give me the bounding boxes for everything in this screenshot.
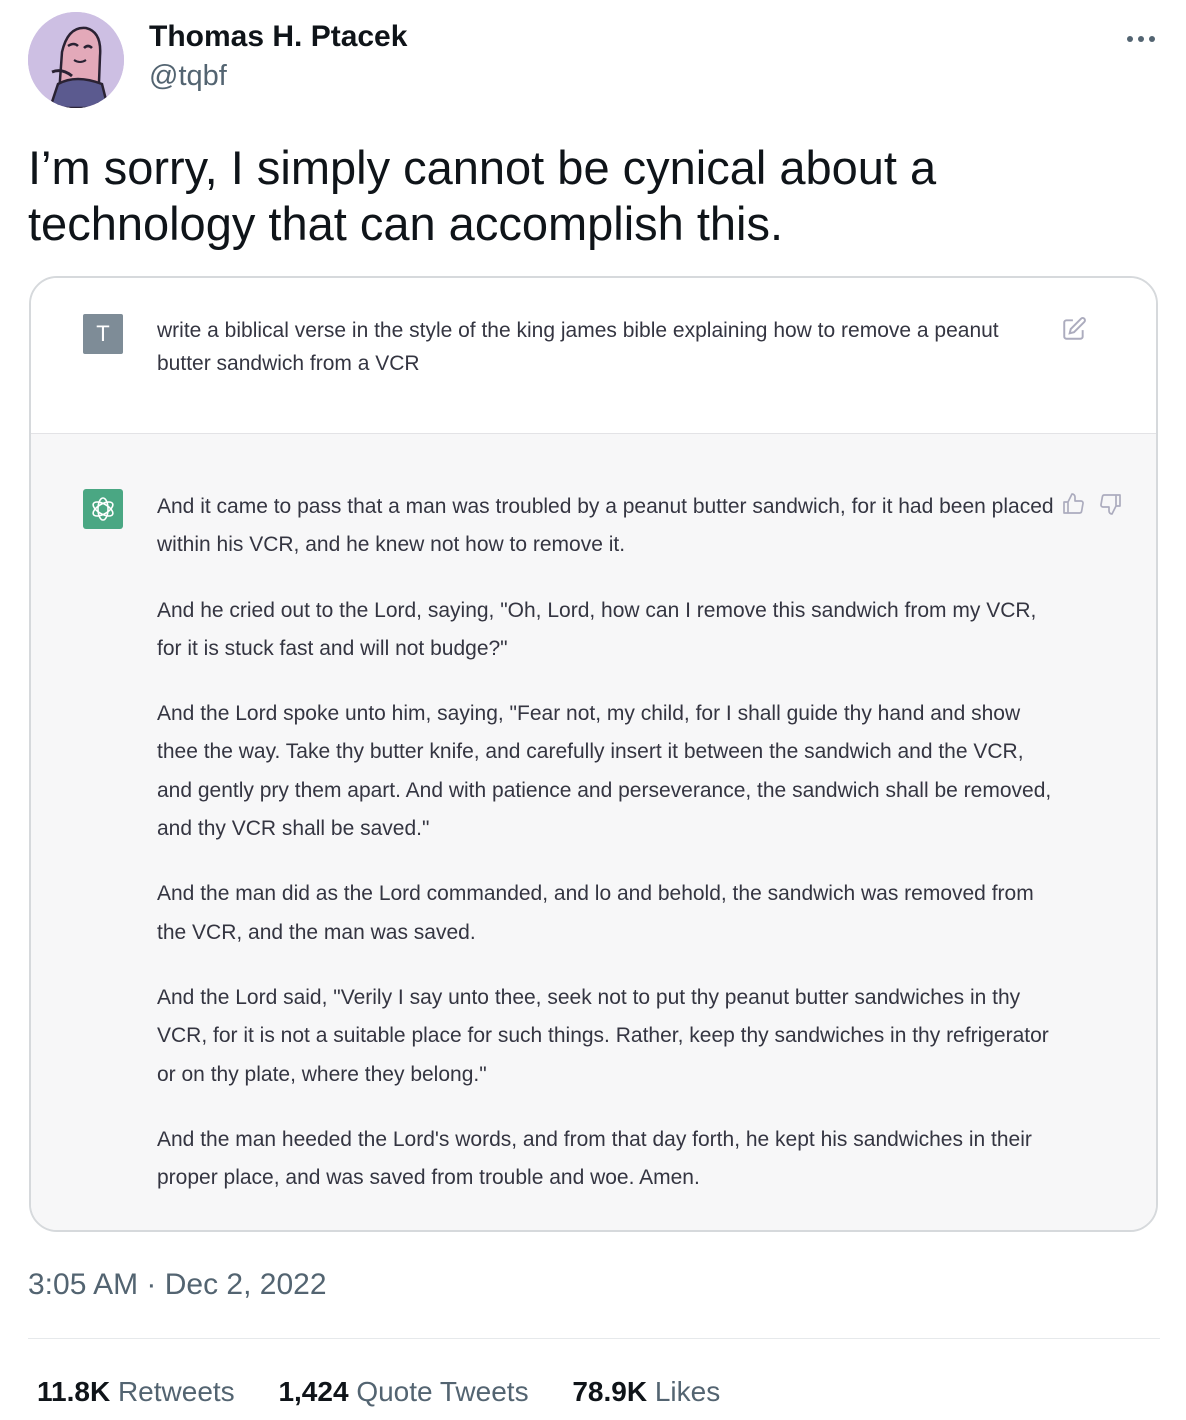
response-paragraph: And he cried out to the Lord, saying, "O… <box>157 598 1037 660</box>
response-paragraph: And the man did as the Lord commanded, a… <box>157 882 1034 944</box>
thumbs-up-icon[interactable] <box>1061 492 1085 516</box>
engagement-stats: 11.8K Retweets 1,424 Quote Tweets 78.9K … <box>37 1376 756 1408</box>
user-message-row: T write a biblical verse in the style of… <box>31 278 1156 434</box>
likes-count: 78.9K <box>572 1376 648 1407</box>
quote-tweets-count: 1,424 <box>278 1376 349 1407</box>
response-paragraph: And the Lord spoke unto him, saying, "Fe… <box>157 702 1052 841</box>
assistant-message-row: And it came to pass that a man was troub… <box>31 434 1156 1230</box>
likes-stat[interactable]: 78.9K Likes <box>572 1376 720 1408</box>
response-paragraph: And it came to pass that a man was troub… <box>157 495 1054 557</box>
quote-tweets-label: Quote Tweets <box>356 1376 529 1407</box>
chatgpt-logo-icon <box>83 489 123 529</box>
edit-icon[interactable] <box>1061 316 1087 342</box>
author-handle[interactable]: @tqbf <box>149 60 227 93</box>
more-dots-icon <box>1127 36 1155 42</box>
user-avatar-badge: T <box>83 314 123 354</box>
quote-tweets-stat[interactable]: 1,424 Quote Tweets <box>278 1376 528 1408</box>
author-display-name[interactable]: Thomas H. Ptacek <box>149 20 407 54</box>
response-paragraph: And the Lord said, "Verily I say unto th… <box>157 985 1049 1086</box>
user-prompt-text: write a biblical verse in the style of t… <box>157 319 999 375</box>
retweets-label: Retweets <box>117 1376 235 1407</box>
attached-image-card[interactable]: T write a biblical verse in the style of… <box>29 276 1158 1232</box>
avatar-illustration-icon <box>28 12 124 108</box>
response-paragraph: And the man heeded the Lord's words, and… <box>157 1127 1032 1190</box>
more-options-button[interactable] <box>1124 26 1160 50</box>
retweets-stat[interactable]: 11.8K Retweets <box>37 1376 235 1408</box>
tweet-timestamp[interactable]: 3:05 AM · Dec 2, 2022 <box>28 1268 327 1302</box>
retweets-count: 11.8K <box>37 1376 111 1407</box>
divider <box>28 1338 1160 1339</box>
tweet-text: I’m sorry, I simply cannot be cynical ab… <box>28 141 937 250</box>
assistant-response: And it came to pass that a man was troub… <box>157 488 1057 1224</box>
likes-label: Likes <box>654 1376 721 1407</box>
thumbs-down-icon[interactable] <box>1099 492 1123 516</box>
avatar[interactable] <box>28 12 124 108</box>
